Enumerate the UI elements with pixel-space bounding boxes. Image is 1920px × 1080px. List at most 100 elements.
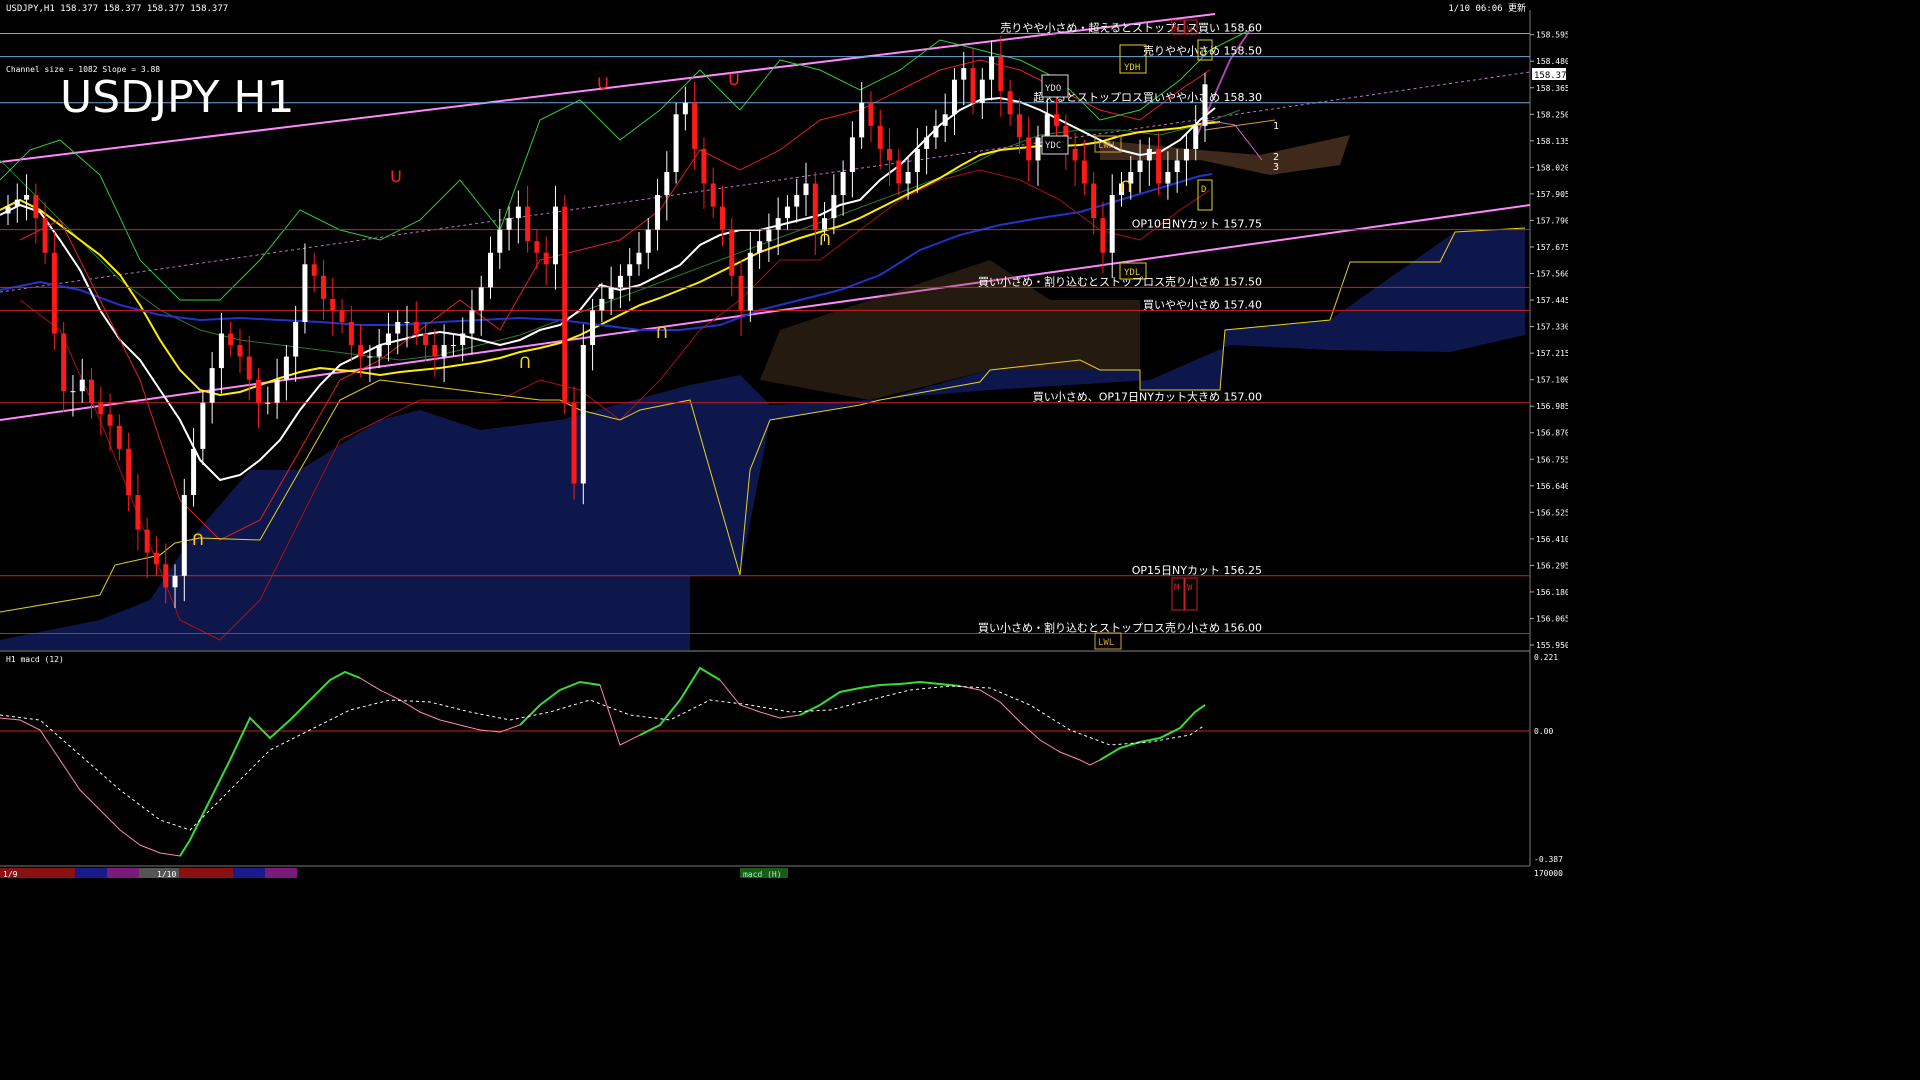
date-label-1: 1/9 bbox=[3, 870, 18, 879]
candle-body bbox=[5, 206, 11, 214]
macd-axis-top: 0.221 bbox=[1534, 653, 1558, 662]
candle-body bbox=[441, 345, 447, 357]
symbol-info: USDJPY,H1 158.377 158.377 158.377 158.37… bbox=[6, 4, 228, 14]
candle-body bbox=[116, 425, 122, 449]
candle-body bbox=[256, 379, 262, 403]
candle-body bbox=[998, 56, 1004, 92]
candle-body bbox=[515, 206, 521, 219]
fractal-down-marker: Ս bbox=[728, 70, 740, 89]
price-tick-label: 156.065 bbox=[1536, 614, 1568, 623]
date-label-2: 1/10 bbox=[157, 870, 176, 879]
candle-body bbox=[450, 345, 456, 347]
candle-body bbox=[61, 333, 67, 392]
candle-body bbox=[1081, 160, 1087, 184]
candle-body bbox=[293, 321, 299, 357]
price-tick-label: 158.250 bbox=[1536, 110, 1568, 119]
price-tick-label: 156.410 bbox=[1536, 535, 1568, 544]
candle-body bbox=[1026, 137, 1032, 161]
price-tick-label: 158.365 bbox=[1536, 84, 1568, 93]
candle-body bbox=[692, 102, 698, 149]
candle-body bbox=[979, 79, 985, 103]
candle-body bbox=[794, 195, 800, 207]
macd-axis-zero: 0.00 bbox=[1534, 727, 1553, 736]
projection-label-1: 1 bbox=[1273, 121, 1279, 132]
d-label-top: D bbox=[1201, 49, 1206, 59]
candle-body bbox=[1054, 114, 1060, 126]
candle-body bbox=[933, 125, 939, 138]
candle-body bbox=[775, 218, 781, 230]
candle-body bbox=[200, 402, 206, 449]
candle-body bbox=[887, 148, 893, 161]
price-tick-label: 158.595 bbox=[1536, 31, 1568, 40]
candle-body bbox=[70, 391, 76, 393]
candle-body bbox=[274, 379, 280, 403]
m-label-top: M bbox=[1174, 25, 1180, 35]
d-label-bottom: D bbox=[1201, 185, 1206, 195]
level-label: 買い小さめ・割り込むとストップロス売り小さめ 156.00 bbox=[978, 620, 1262, 634]
candle-body bbox=[1174, 160, 1180, 172]
lwh-label: LWH bbox=[1098, 141, 1114, 151]
candle-body bbox=[525, 206, 531, 242]
price-tick-label: 158.020 bbox=[1536, 163, 1568, 172]
candle-body bbox=[237, 345, 243, 357]
candle-body bbox=[590, 310, 596, 346]
level-label: OP15日NYカット 156.25 bbox=[1132, 564, 1262, 577]
candle-body bbox=[228, 333, 234, 346]
candle-body bbox=[1202, 84, 1208, 126]
candle-body bbox=[627, 264, 633, 276]
candle-body bbox=[1035, 137, 1041, 161]
candle-body bbox=[673, 114, 679, 172]
candle-body bbox=[849, 137, 855, 172]
candle-body bbox=[283, 356, 289, 380]
level-label: 買いやや小さめ 157.40 bbox=[1143, 298, 1262, 311]
level-label: OP10日NYカット 157.75 bbox=[1132, 218, 1262, 231]
current-price-label: 158.377 bbox=[1534, 71, 1568, 81]
candle-body bbox=[877, 125, 883, 149]
chart-title: USDJPY H1 bbox=[60, 72, 295, 123]
candle-body bbox=[348, 321, 354, 346]
candle-body bbox=[1146, 148, 1152, 161]
candle-body bbox=[163, 564, 169, 588]
candle-body bbox=[432, 345, 438, 357]
candle-body bbox=[1072, 148, 1078, 161]
fractal-up-marker: Ո bbox=[519, 353, 531, 372]
price-tick-label: 157.215 bbox=[1536, 349, 1568, 358]
w-label-top: W bbox=[1187, 25, 1193, 35]
price-tick-label: 156.985 bbox=[1536, 402, 1568, 411]
candle-body bbox=[144, 529, 150, 553]
ydc-label: YDC bbox=[1045, 141, 1061, 151]
candle-body bbox=[831, 195, 837, 219]
candle-body bbox=[218, 333, 224, 369]
candle-body bbox=[766, 229, 772, 242]
candle-body bbox=[246, 356, 252, 380]
candle-body bbox=[460, 333, 466, 346]
candle-body bbox=[534, 241, 540, 253]
candle-body bbox=[79, 379, 85, 392]
date-band bbox=[107, 868, 139, 878]
forex-chart: 売りやや小さめ・超えるとストップロス買い 158.60売りやや小さめ 158.5… bbox=[0, 0, 1568, 882]
candle-body bbox=[506, 218, 512, 230]
candle-body bbox=[98, 402, 104, 415]
candle-body bbox=[469, 310, 475, 334]
macd-axis-footer: 170000 bbox=[1534, 869, 1563, 878]
fractal-up-marker: Ո bbox=[192, 530, 204, 549]
price-tick-label: 157.790 bbox=[1536, 216, 1568, 225]
macd-title: H1 macd (12) bbox=[6, 655, 64, 664]
candle-body bbox=[961, 68, 967, 80]
indicator-tab-label: macd (H) bbox=[743, 870, 782, 879]
candle-body bbox=[617, 275, 623, 288]
projection-label-3: 3 bbox=[1273, 162, 1279, 173]
candle-body bbox=[302, 264, 308, 322]
candle-body bbox=[497, 229, 503, 253]
candle-body bbox=[135, 495, 141, 530]
fractal-up-marker: Ո bbox=[656, 323, 668, 342]
candle-body bbox=[14, 199, 20, 207]
candle-body bbox=[107, 414, 113, 426]
candle-body bbox=[636, 252, 642, 265]
candle-body bbox=[840, 171, 846, 196]
candle-body bbox=[478, 287, 484, 311]
price-tick-label: 157.560 bbox=[1536, 270, 1568, 279]
candle-body bbox=[970, 68, 976, 103]
candle-body bbox=[404, 321, 410, 323]
candle-body bbox=[423, 333, 429, 346]
